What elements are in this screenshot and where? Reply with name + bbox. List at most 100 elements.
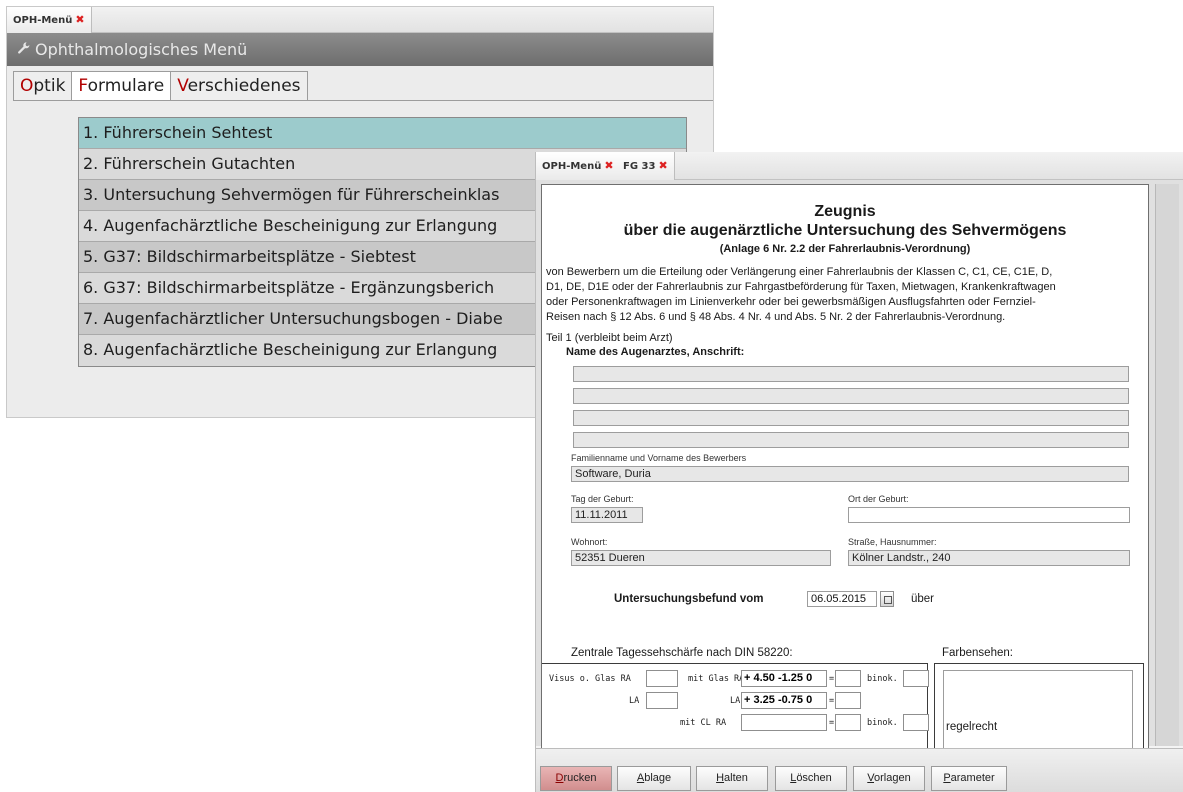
intro-line-3: oder Personenkraftwagen im Linienverkehr… (546, 296, 1036, 308)
window-title-bar: Ophthalmologisches Menü (7, 33, 713, 66)
la-label: LA (629, 696, 640, 706)
street-label: Straße, Hausnummer: (848, 537, 937, 547)
mit-glas-ra-label: mit Glas RA (688, 674, 745, 684)
menu-tabs: Optik Formulare Verschiedenes (13, 71, 308, 101)
street-field[interactable]: Kölner Landstr., 240 (848, 550, 1130, 566)
form-subnote: (Anlage 6 Nr. 2.2 der Fahrerlaubnis-Vero… (719, 243, 971, 255)
tab-formulare[interactable]: Formulare (71, 71, 172, 101)
farb-title: Farbensehen: (942, 647, 1013, 659)
button-label: alten (724, 772, 748, 784)
tab-label: OPH-Menü (542, 161, 602, 172)
teil1-note: (verbleibt beim Arzt) (574, 332, 673, 344)
menu-item-1[interactable]: 1. Führerschein Sehtest (79, 118, 686, 149)
birthplace-field[interactable] (848, 507, 1130, 523)
close-icon[interactable]: ✖ (75, 13, 84, 26)
button-accent-letter: P (943, 772, 951, 784)
fg33-form-window: OPH-Menü ✖ FG 33 ✖ Zeugnis über die augenä… (535, 152, 1183, 792)
tab-verschiedenes[interactable]: Verschiedenes (170, 71, 308, 101)
tab-label: erschiedenes (187, 76, 301, 96)
mit-glas-la-input[interactable]: + 3.25 -0.75 0 (741, 692, 827, 709)
binok-label: binok. (867, 718, 898, 728)
intro-line-2: D1, DE, D1E oder der Fahrerlaubnis zur F… (546, 281, 1056, 293)
equals-sign: = (829, 696, 835, 706)
birthday-label: Tag der Geburt: (571, 494, 634, 504)
vertical-scrollbar[interactable] (1155, 184, 1179, 746)
tab-label: ptik (33, 76, 66, 96)
loeschen-button[interactable]: Löschen (775, 766, 847, 791)
birthday-field[interactable]: 11.11.2011 (571, 507, 643, 523)
la-label: LA (730, 696, 741, 706)
form-page: Zeugnis über die augenärztliche Untersuc… (541, 184, 1149, 750)
befund-date-field[interactable]: 06.05.2015 (807, 591, 877, 607)
tab-oph-menu[interactable]: OPH-Menü ✖ (536, 152, 621, 180)
visus-section: Visus o. Glas RA mit Glas RA + 4.50 -1.2… (542, 663, 929, 749)
arzt-address-field-2[interactable] (573, 388, 1129, 404)
button-accent-letter: H (716, 772, 725, 784)
window-title: Ophthalmologisches Menü (35, 40, 248, 59)
tab-accent-letter: V (177, 76, 188, 96)
visus-o-glas-la-input[interactable] (646, 692, 678, 709)
befund-label: Untersuchungsbefund vom (614, 593, 764, 605)
tab-optik[interactable]: Optik (13, 71, 73, 101)
button-label: rucken (563, 772, 597, 784)
wrench-icon (17, 33, 31, 66)
tab-fg33[interactable]: FG 33 ✖ (617, 152, 675, 180)
close-icon[interactable]: ✖ (604, 159, 613, 172)
button-label: öschen (796, 772, 832, 784)
city-field[interactable]: 52351 Dueren (571, 550, 831, 566)
mit-glas-ra-input[interactable]: + 4.50 -1.25 0 (741, 670, 827, 687)
calendar-icon[interactable] (880, 591, 894, 607)
button-label: blage (644, 772, 672, 784)
parameter-button[interactable]: Parameter (931, 766, 1007, 791)
tab-accent-letter: O (20, 76, 34, 96)
arzt-address-field-3[interactable] (573, 410, 1129, 426)
vorlagen-button[interactable]: Vorlagen (853, 766, 925, 791)
binok-glas-input[interactable] (903, 670, 929, 687)
tab-bar: OPH-Menü ✖ (7, 7, 713, 33)
farbensehen-value: regelrecht (946, 721, 998, 733)
halten-button[interactable]: Halten (696, 766, 768, 791)
form-subtitle: über die augenärztliche Untersuchung des… (623, 222, 1067, 239)
intro-line-1: von Bewerbern um die Erteilung oder Verl… (546, 266, 1053, 278)
tab-label: OPH-Menü (13, 15, 73, 26)
form-area: Zeugnis über die augenärztliche Untersuc… (536, 180, 1183, 750)
farbensehen-field[interactable]: regelrecht (943, 670, 1133, 749)
mit-cl-ra-input[interactable] (741, 714, 827, 731)
teil1-label: Teil 1 (546, 332, 572, 344)
tab-accent-letter: F (78, 76, 88, 96)
arzt-label: Name des Augenarztes, Anschrift: (566, 346, 745, 358)
befund-suffix: über (911, 593, 935, 605)
ablage-button[interactable]: Ablage (617, 766, 691, 791)
arzt-address-field-4[interactable] (573, 432, 1129, 448)
equals-sign: = (829, 674, 835, 684)
birthplace-label: Ort der Geburt: (848, 494, 909, 504)
mit-glas-la-result[interactable] (835, 692, 861, 709)
name-label: Familienname und Vorname des Bewerbers (571, 453, 747, 463)
button-label: orlagen (874, 772, 911, 784)
tab-oph-menu[interactable]: OPH-Menü ✖ (7, 7, 92, 33)
farbensehen-section: regelrecht (934, 663, 1144, 749)
button-bar: Drucken Ablage Halten Löschen Vorlagen P… (536, 748, 1183, 792)
button-accent-letter: V (867, 772, 875, 784)
visus-title: Zentrale Tagessehschärfe nach DIN 58220: (571, 647, 793, 659)
visus-o-glas-ra-input[interactable] (646, 670, 678, 687)
close-icon[interactable]: ✖ (658, 159, 667, 172)
tab-label: FG 33 (623, 161, 656, 172)
mit-cl-ra-result[interactable] (835, 714, 861, 731)
binok-cl-input[interactable] (903, 714, 929, 731)
visus-o-glas-ra-label: Visus o. Glas RA (549, 674, 631, 684)
tab-label: ormulare (87, 76, 165, 96)
mit-glas-ra-result[interactable] (835, 670, 861, 687)
tab-bar: OPH-Menü ✖ FG 33 ✖ (536, 152, 1183, 180)
mit-cl-ra-label: mit CL RA (680, 718, 727, 728)
print-button[interactable]: Drucken (540, 766, 612, 791)
teil1-heading: Teil 1 (verbleibt beim Arzt) (546, 331, 673, 345)
arzt-address-field-1[interactable] (573, 366, 1129, 382)
intro-line-4: Reisen nach § 12 Abs. 6 und § 48 Abs. 4 … (546, 311, 1006, 323)
city-label: Wohnort: (571, 537, 608, 547)
name-field[interactable]: Software, Duria (571, 466, 1129, 482)
button-label: arameter (950, 772, 995, 784)
equals-sign: = (829, 718, 835, 728)
binok-label: binok. (867, 674, 898, 684)
form-title: Zeugnis (814, 203, 876, 220)
